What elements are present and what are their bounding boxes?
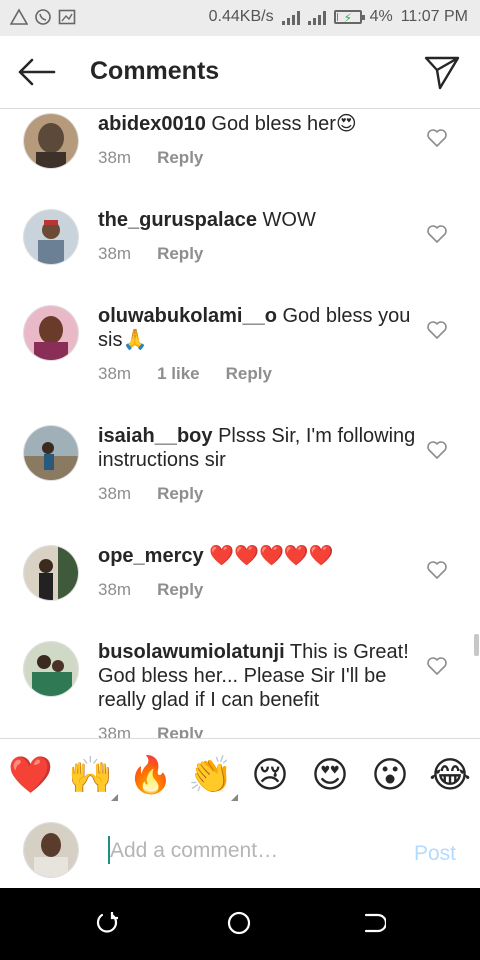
arrow-left-icon bbox=[18, 58, 56, 86]
emoji-button[interactable]: 🔥 bbox=[128, 753, 173, 797]
avatar[interactable] bbox=[24, 114, 78, 168]
reply-button[interactable]: Reply bbox=[157, 724, 203, 738]
avatar[interactable] bbox=[24, 642, 78, 696]
heart-outline-icon bbox=[427, 225, 447, 243]
emoji-label: 👏 bbox=[188, 754, 233, 795]
paper-plane-icon bbox=[424, 56, 460, 90]
comment-text: God bless her😍 bbox=[211, 113, 357, 135]
network-speed: 0.44KB/s bbox=[208, 8, 274, 25]
back-nav-icon bbox=[364, 913, 388, 933]
comment-composer: Post bbox=[0, 812, 480, 888]
reply-button[interactable]: Reply bbox=[226, 364, 272, 384]
comment-time: 38m bbox=[98, 580, 132, 599]
reply-button[interactable]: Reply bbox=[157, 244, 203, 264]
comment-username[interactable]: oluwabukolami__o bbox=[98, 305, 277, 327]
skin-tone-indicator-icon bbox=[231, 794, 238, 801]
reply-button[interactable]: Reply bbox=[157, 580, 203, 600]
comment-time: 38m bbox=[98, 364, 132, 383]
like-button[interactable] bbox=[426, 320, 448, 340]
skin-tone-indicator-icon bbox=[111, 794, 118, 801]
heart-outline-icon bbox=[427, 561, 447, 579]
my-avatar[interactable] bbox=[24, 823, 78, 877]
comment-username[interactable]: isaiah__boy bbox=[98, 425, 213, 447]
comments-list[interactable]: abidex0010 God bless her😍 38m Reply the_… bbox=[0, 108, 480, 738]
emoji-button[interactable]: 😢 bbox=[248, 753, 292, 797]
emoji-button[interactable]: 👏 bbox=[188, 753, 238, 801]
signal-icon bbox=[281, 9, 300, 25]
like-button[interactable] bbox=[426, 656, 448, 676]
like-button[interactable] bbox=[426, 560, 448, 580]
battery-percent: 4% bbox=[369, 8, 393, 25]
comment-username[interactable]: the_guruspalace bbox=[98, 209, 257, 231]
heart-outline-icon bbox=[427, 321, 447, 339]
avatar[interactable] bbox=[24, 546, 78, 600]
clock: 11:07 PM bbox=[400, 8, 468, 25]
comment-time: 38m bbox=[98, 724, 132, 738]
comment-input[interactable] bbox=[108, 834, 390, 868]
like-button[interactable] bbox=[426, 224, 448, 244]
home-button[interactable] bbox=[226, 910, 252, 936]
back-button[interactable] bbox=[14, 52, 58, 92]
avatar[interactable] bbox=[24, 426, 78, 480]
battery-icon: ⚡ bbox=[333, 10, 365, 25]
comment-likes[interactable]: 1 like bbox=[157, 364, 200, 384]
warning-icon bbox=[9, 8, 29, 26]
header: Comments bbox=[0, 36, 480, 109]
recents-button[interactable] bbox=[94, 910, 120, 936]
avatar[interactable] bbox=[24, 306, 78, 360]
whatsapp-icon bbox=[34, 8, 52, 26]
emoji-button[interactable]: 🙌 bbox=[68, 753, 118, 801]
scrollbar[interactable] bbox=[474, 634, 479, 656]
page-title: Comments bbox=[90, 57, 220, 85]
like-button[interactable] bbox=[426, 440, 448, 460]
signal-2-icon bbox=[307, 9, 326, 25]
android-nav-bar bbox=[0, 888, 480, 960]
home-circle-icon bbox=[227, 911, 251, 935]
comment-time: 38m bbox=[98, 484, 132, 503]
back-nav-button[interactable] bbox=[360, 910, 388, 936]
avatar[interactable] bbox=[24, 210, 78, 264]
status-bar: 0.44KB/s ⚡ 4% 11:07 PM bbox=[0, 0, 480, 36]
comment-username[interactable]: ope_mercy bbox=[98, 545, 204, 567]
emoji-button[interactable]: ❤️ bbox=[8, 753, 53, 797]
emoji-quick-bar: ❤️ 🙌 🔥 👏 😢 😍 😮 😂 bbox=[0, 738, 480, 814]
emoji-button[interactable]: 😂 bbox=[428, 753, 472, 797]
recents-icon bbox=[96, 912, 118, 933]
image-icon bbox=[58, 8, 76, 26]
heart-outline-icon bbox=[427, 657, 447, 675]
emoji-label: 🙌 bbox=[68, 754, 113, 795]
comment-username[interactable]: abidex0010 bbox=[98, 113, 206, 135]
share-button[interactable] bbox=[422, 52, 462, 92]
emoji-button[interactable]: 😍 bbox=[308, 753, 352, 797]
heart-outline-icon bbox=[427, 129, 447, 147]
comment-text: WOW bbox=[262, 209, 316, 231]
like-button[interactable] bbox=[426, 128, 448, 148]
emoji-button[interactable]: 😮 bbox=[368, 753, 412, 797]
comment-time: 38m bbox=[98, 148, 132, 167]
reply-button[interactable]: Reply bbox=[157, 484, 203, 504]
comment-username[interactable]: busolawumiolatunji bbox=[98, 641, 285, 663]
reply-button[interactable]: Reply bbox=[157, 148, 203, 168]
comment-time: 38m bbox=[98, 244, 132, 263]
comment-text: ❤️❤️❤️❤️❤️ bbox=[209, 545, 334, 567]
post-button[interactable]: Post bbox=[414, 842, 456, 866]
heart-outline-icon bbox=[427, 441, 447, 459]
